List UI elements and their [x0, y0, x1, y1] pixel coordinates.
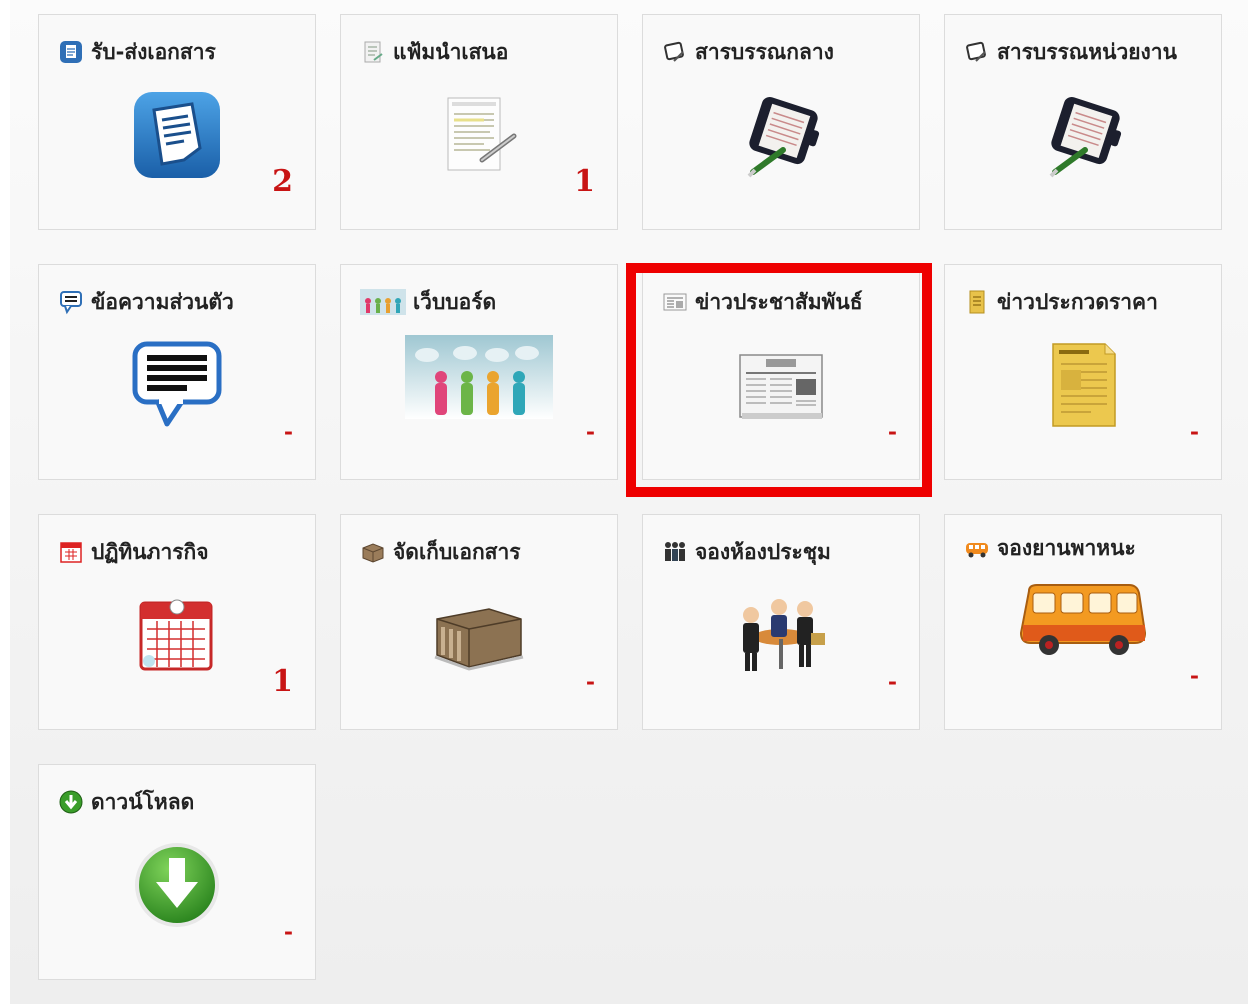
- newspaper-small-icon: [661, 288, 689, 316]
- chat-icon: [122, 335, 232, 435]
- tile-count: -: [585, 419, 595, 445]
- people-small-icon: [359, 288, 407, 316]
- file-small-icon: [359, 38, 387, 66]
- tile-count: 1: [574, 164, 595, 199]
- document-icon: [122, 85, 232, 185]
- tile-count: 1: [272, 664, 293, 699]
- dashboard-grid: รับ-ส่งเอกสาร 2 แฟ้มนำเสนอ 1 สารบรรณกลาง…: [10, 0, 1248, 1004]
- tile-title: จัดเก็บเอกสาร: [393, 539, 521, 564]
- tile-count: -: [585, 669, 595, 695]
- newspaper-icon: [726, 335, 836, 435]
- tile-title: ดาวน์โหลด: [91, 789, 195, 814]
- tile-meeting-room[interactable]: จองห้องประชุม -: [642, 514, 920, 730]
- tile-count: -: [887, 669, 897, 695]
- chat-small-icon: [57, 288, 85, 316]
- tile-count: -: [1189, 663, 1199, 689]
- tile-documents[interactable]: รับ-ส่งเอกสาร 2: [38, 14, 316, 230]
- tile-count: -: [887, 419, 897, 445]
- tile-count: -: [283, 419, 293, 445]
- tile-webboard[interactable]: เว็บบอร์ด -: [340, 264, 618, 480]
- calendar-icon: [122, 585, 232, 685]
- tile-title: ข่าวประกวดราคา: [997, 289, 1158, 314]
- tile-title: จองห้องประชุม: [695, 539, 831, 564]
- tile-count: 2: [272, 164, 293, 199]
- archive-box-icon: [424, 585, 534, 685]
- tile-title: ข้อความส่วนตัว: [91, 289, 234, 314]
- tile-title: เว็บบอร์ด: [413, 289, 497, 314]
- organizer-small-icon: [963, 38, 991, 66]
- tile-count: -: [283, 919, 293, 945]
- meeting-icon: [726, 585, 836, 685]
- tile-vehicle[interactable]: จองยานพาหนะ -: [944, 514, 1222, 730]
- tile-proposals[interactable]: แฟ้มนำเสนอ 1: [340, 14, 618, 230]
- tile-count: -: [1189, 419, 1199, 445]
- tile-press-news[interactable]: ข่าวประชาสัมพันธ์ -: [642, 264, 920, 480]
- tile-title: รับ-ส่งเอกสาร: [91, 39, 216, 64]
- calendar-small-icon: [57, 538, 85, 566]
- tile-title: สารบรรณหน่วยงาน: [997, 39, 1177, 64]
- tile-central-directory[interactable]: สารบรรณกลาง: [642, 14, 920, 230]
- tile-title: จองยานพาหนะ: [997, 535, 1136, 560]
- tile-calendar[interactable]: ปฏิทินภารกิจ 1: [38, 514, 316, 730]
- box-small-icon: [359, 538, 387, 566]
- tile-title: สารบรรณกลาง: [695, 39, 834, 64]
- bus-icon: [1013, 573, 1153, 673]
- tile-title: ปฏิทินภารกิจ: [91, 539, 209, 564]
- meeting-small-icon: [661, 538, 689, 566]
- document-small-icon: [57, 38, 85, 66]
- tile-private-messages[interactable]: ข้อความส่วนตัว -: [38, 264, 316, 480]
- tile-title: แฟ้มนำเสนอ: [393, 39, 509, 64]
- people-icon: [405, 335, 553, 419]
- download-icon: [122, 835, 232, 935]
- notepad-icon: [1028, 335, 1138, 435]
- organizer-icon: [726, 85, 836, 185]
- tile-unit-directory[interactable]: สารบรรณหน่วยงาน: [944, 14, 1222, 230]
- tile-archive[interactable]: จัดเก็บเอกสาร -: [340, 514, 618, 730]
- bus-small-icon: [963, 534, 991, 562]
- file-folder-icon: [424, 85, 534, 185]
- notepad-small-icon: [963, 288, 991, 316]
- tile-download[interactable]: ดาวน์โหลด -: [38, 764, 316, 980]
- download-small-icon: [57, 788, 85, 816]
- organizer-small-icon: [661, 38, 689, 66]
- tile-price-news[interactable]: ข่าวประกวดราคา -: [944, 264, 1222, 480]
- tile-title: ข่าวประชาสัมพันธ์: [695, 289, 863, 314]
- organizer-icon: [1028, 85, 1138, 185]
